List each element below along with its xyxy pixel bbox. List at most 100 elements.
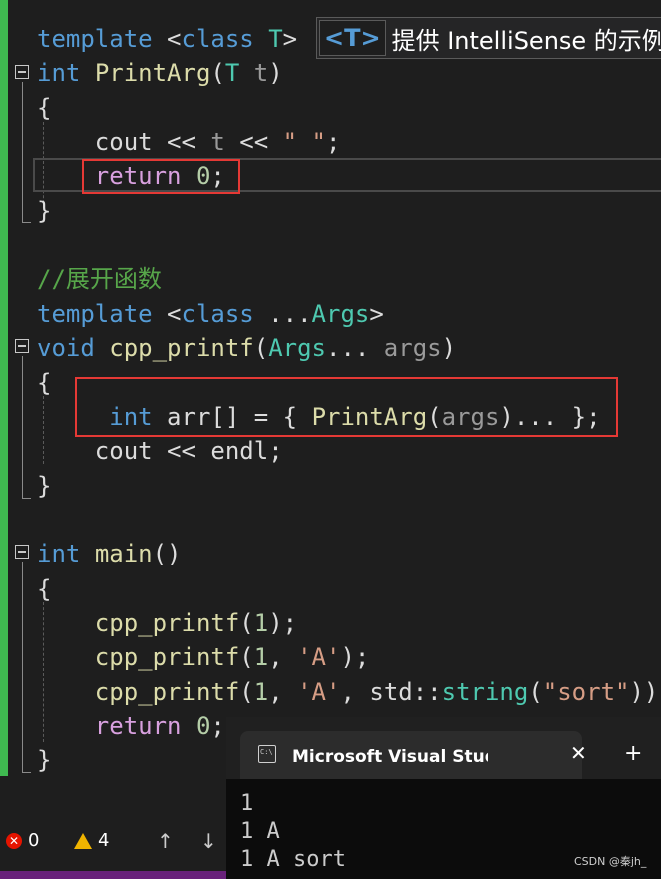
- code-line[interactable]: cout << endl;: [37, 434, 283, 468]
- code-token: (): [152, 540, 182, 568]
- fold-toggle-cpp-printf[interactable]: [15, 339, 29, 353]
- console-output-line: 1 A: [240, 819, 280, 844]
- code-token: (: [528, 678, 543, 706]
- new-tab-icon[interactable]: +: [624, 741, 642, 766]
- intellisense-tooltip[interactable]: <T> 提供 IntelliSense 的示例: [316, 17, 661, 59]
- code-token: }: [37, 746, 52, 774]
- code-token: (: [239, 643, 254, 671]
- code-token: (: [210, 59, 225, 87]
- code-token: cpp_printf: [109, 334, 254, 362]
- code-line[interactable]: void cpp_printf(Args... args): [37, 331, 456, 365]
- warning-count-value: 4: [98, 830, 110, 851]
- fold-bracket: [22, 356, 31, 499]
- code-token: 1: [253, 609, 269, 637]
- code-token: template: [37, 300, 153, 328]
- code-token: args: [383, 334, 442, 362]
- code-token: t: [210, 128, 225, 156]
- code-token: ): [268, 59, 283, 87]
- code-token: cpp_printf: [94, 643, 240, 671]
- code-line[interactable]: }: [37, 194, 51, 228]
- code-token: Args: [311, 300, 370, 328]
- code-token: >: [369, 300, 384, 328]
- code-token: template: [37, 25, 153, 53]
- code-line[interactable]: }: [37, 743, 51, 777]
- code-line[interactable]: {: [37, 572, 51, 606]
- code-token: (: [239, 678, 254, 706]
- code-line[interactable]: template <class T>: [37, 22, 297, 56]
- code-token: cpp_printf: [94, 678, 240, 706]
- code-token: ;: [326, 128, 341, 156]
- code-line[interactable]: cpp_printf(1, 'A', std::string("sort"));: [37, 675, 661, 709]
- code-token: {: [37, 94, 52, 122]
- code-line[interactable]: {: [37, 91, 51, 125]
- fold-toggle-main[interactable]: [15, 545, 29, 559]
- error-count[interactable]: ✕ 0: [6, 830, 39, 851]
- code-token: 1: [253, 678, 269, 706]
- code-token: cout << endl;: [37, 437, 283, 465]
- code-line[interactable]: return 0;: [37, 709, 225, 743]
- code-token: (: [253, 334, 269, 362]
- console-output-line: 1 A sort: [240, 847, 346, 872]
- code-token: );: [340, 643, 370, 671]
- code-token: //展开函数: [37, 265, 162, 293]
- tooltip-text: 提供 IntelliSense 的示例: [391, 26, 661, 55]
- code-line[interactable]: //展开函数: [37, 262, 162, 296]
- code-token: (: [239, 609, 254, 637]
- code-line[interactable]: }: [37, 469, 51, 503]
- code-token: ): [441, 334, 457, 362]
- console-tab[interactable]: Microsoft Visual Studio 调试控制台 ✕: [240, 731, 587, 779]
- console-tab-bar: Microsoft Visual Studio 调试控制台 ✕ +: [226, 717, 661, 779]
- fold-toggle-printarg[interactable]: [15, 65, 29, 79]
- error-icon: ✕: [6, 832, 22, 849]
- code-line[interactable]: int PrintArg(T t): [37, 56, 283, 90]
- code-token: ...: [326, 334, 384, 362]
- code-token: >: [282, 25, 298, 53]
- console-title: Microsoft Visual Studio 调试控制台: [292, 747, 488, 767]
- code-line[interactable]: int main(): [37, 537, 182, 571]
- annotation-box-array-expansion: [75, 377, 618, 437]
- code-token: ...: [253, 300, 312, 328]
- code-token: main: [94, 540, 153, 568]
- code-line[interactable]: cpp_printf(1);: [37, 606, 297, 640]
- warning-count[interactable]: 4: [74, 830, 109, 851]
- code-editor[interactable]: template <class T> int PrintArg(T t) { cou…: [0, 0, 661, 776]
- code-line[interactable]: {: [37, 366, 51, 400]
- code-token: t: [253, 59, 269, 87]
- code-token: class: [181, 300, 254, 328]
- close-icon[interactable]: ✕: [570, 741, 587, 765]
- code-token: class: [181, 25, 254, 53]
- code-token: ));: [629, 678, 661, 706]
- watermark: CSDN @秦jh_: [574, 855, 647, 868]
- code-token: ,: [268, 678, 298, 706]
- code-token: }: [37, 472, 52, 500]
- code-token: );: [268, 609, 298, 637]
- code-token: return: [94, 712, 182, 740]
- fold-bracket: [22, 562, 31, 773]
- code-line[interactable]: cpp_printf(1, 'A');: [37, 640, 370, 674]
- code-token: cout <<: [37, 128, 211, 156]
- previous-issue-icon[interactable]: ↑: [157, 829, 174, 853]
- code-token: void: [37, 334, 95, 362]
- next-issue-icon[interactable]: ↓: [200, 829, 217, 853]
- code-token: <: [152, 300, 182, 328]
- code-token: }: [37, 197, 52, 225]
- change-indicator-bar: [0, 0, 8, 776]
- code-token: 1: [253, 643, 269, 671]
- code-line[interactable]: template <class ...Args>: [37, 297, 384, 331]
- code-token: " ": [282, 128, 326, 156]
- code-token: Args: [268, 334, 326, 362]
- code-token: 'A': [297, 678, 341, 706]
- error-count-value: 0: [28, 830, 40, 851]
- code-line[interactable]: cout << t << " ";: [37, 125, 341, 159]
- warning-icon: [74, 832, 92, 849]
- code-token: <: [152, 25, 182, 53]
- template-param-badge: <T>: [319, 20, 386, 56]
